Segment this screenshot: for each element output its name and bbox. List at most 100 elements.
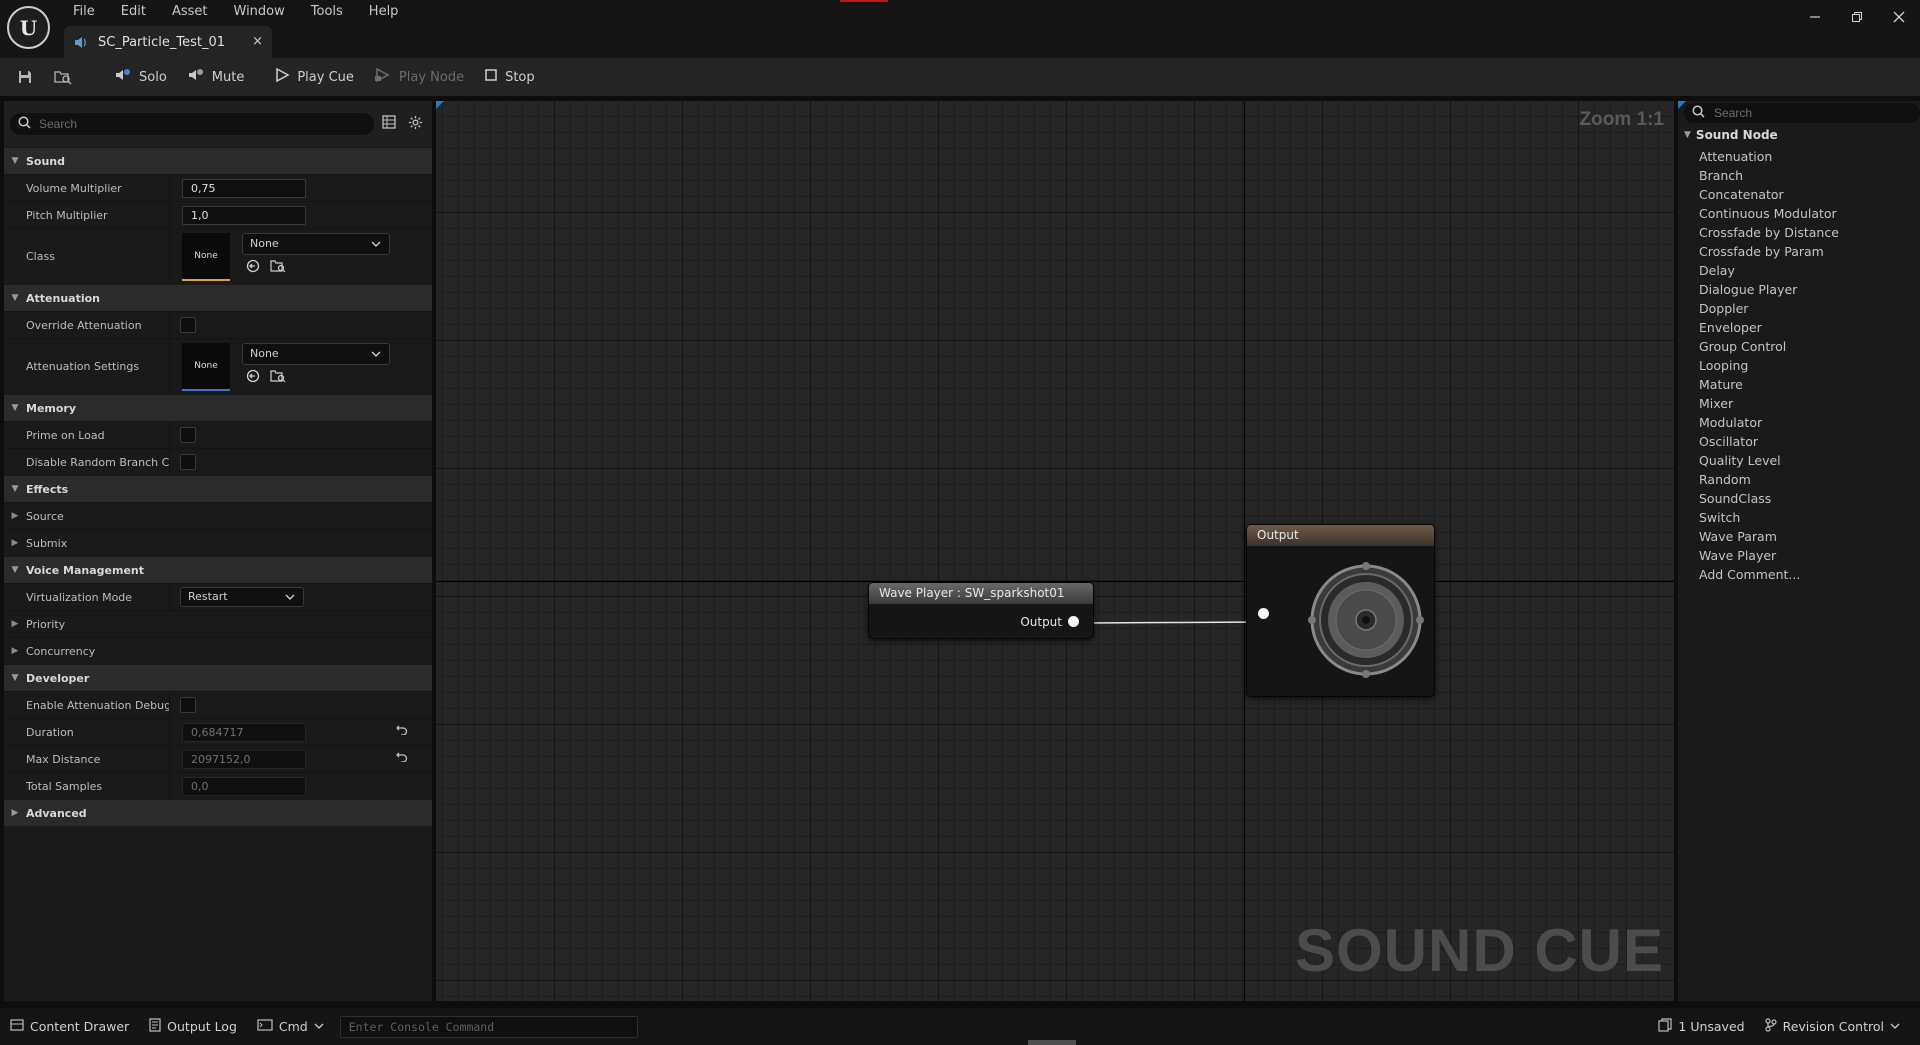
details-search-input[interactable] <box>39 117 359 131</box>
category-memory[interactable]: ▼ Memory <box>4 394 432 421</box>
play-node-button[interactable]: Play Node <box>364 62 474 92</box>
revision-control-button[interactable]: Revision Control <box>1755 1012 1910 1040</box>
chevron-down-icon <box>371 234 381 262</box>
category-attenuation[interactable]: ▼ Attenuation <box>4 284 432 311</box>
palette-item[interactable]: SoundClass <box>1699 489 1839 508</box>
palette-item[interactable]: Delay <box>1699 261 1839 280</box>
palette-item[interactable]: Oscillator <box>1699 432 1839 451</box>
output-pin[interactable] <box>1068 616 1079 627</box>
palette-item[interactable]: Looping <box>1699 356 1839 375</box>
category-advanced[interactable]: ▶ Advanced <box>4 799 432 826</box>
revision-control-icon <box>1764 1017 1777 1035</box>
stop-button[interactable]: Stop <box>474 62 545 92</box>
palette-search-input[interactable] <box>1714 106 1904 120</box>
output-log-icon <box>149 1018 161 1035</box>
mute-button[interactable]: Mute <box>177 62 255 92</box>
expanded-arrow-icon: ▼ <box>11 673 19 683</box>
subcategory-submix[interactable]: ▶ Submix <box>4 529 432 556</box>
cmd-dropdown[interactable]: Cmd <box>247 1013 334 1041</box>
category-sound[interactable]: ▼ Sound <box>4 147 432 174</box>
palette-item[interactable]: Crossfade by Param <box>1699 242 1839 261</box>
menu-edit[interactable]: Edit <box>108 2 159 22</box>
palette-item[interactable]: Enveloper <box>1699 318 1839 337</box>
palette-item[interactable]: Wave Param <box>1699 527 1839 546</box>
restore-icon[interactable] <box>1836 0 1878 34</box>
palette-item[interactable]: Mixer <box>1699 394 1839 413</box>
solo-button[interactable]: Solo <box>104 62 177 92</box>
property-virtualization-mode: Virtualization Mode Restart <box>4 583 432 610</box>
unreal-logo-icon[interactable]: U <box>7 6 50 49</box>
tab-close-icon[interactable]: × <box>252 34 263 49</box>
content-drawer-button[interactable]: Content Drawer <box>0 1013 139 1041</box>
prime-on-load-checkbox[interactable] <box>180 427 196 443</box>
palette-category-label: Sound Node <box>1695 128 1778 142</box>
disable-random-branch-checkbox[interactable] <box>180 454 196 470</box>
property-prime-on-load: Prime on Load <box>4 421 432 448</box>
class-picker[interactable]: None <box>242 233 390 255</box>
palette-search-box[interactable] <box>1684 103 1920 123</box>
subcategory-priority[interactable]: ▶ Priority <box>4 610 432 637</box>
override-attenuation-checkbox[interactable] <box>180 317 196 333</box>
menu-window[interactable]: Window <box>221 2 298 22</box>
palette-item[interactable]: Random <box>1699 470 1839 489</box>
resize-handle[interactable] <box>1028 1040 1076 1045</box>
palette-item[interactable]: Group Control <box>1699 337 1839 356</box>
subcategory-concurrency[interactable]: ▶ Concurrency <box>4 637 432 664</box>
attenuation-picker[interactable]: None <box>242 343 390 365</box>
subcategory-source[interactable]: ▶ Source <box>4 502 432 529</box>
palette-item[interactable]: Attenuation <box>1699 147 1839 166</box>
input-pin[interactable] <box>1258 608 1269 619</box>
menu-file[interactable]: File <box>60 2 108 22</box>
enable-attenuation-debug-checkbox[interactable] <box>180 697 196 713</box>
attenuation-thumbnail[interactable]: None <box>182 342 230 391</box>
category-developer[interactable]: ▼ Developer <box>4 664 432 691</box>
minimize-icon[interactable] <box>1794 0 1836 34</box>
details-search-box[interactable] <box>10 113 374 135</box>
browse-asset-icon[interactable] <box>50 64 76 90</box>
settings-gear-icon[interactable] <box>404 115 426 134</box>
close-window-icon[interactable] <box>1878 0 1920 34</box>
palette-item[interactable]: Crossfade by Distance <box>1699 223 1839 242</box>
palette-item[interactable]: Concatenator <box>1699 185 1839 204</box>
palette-item[interactable]: Wave Player <box>1699 546 1839 565</box>
chevron-down-icon <box>371 344 381 372</box>
sound-cue-graph[interactable]: Zoom 1:1 SOUND CUE Wave Player : SW_spar… <box>436 101 1674 1001</box>
menu-help[interactable]: Help <box>356 2 412 22</box>
wave-player-node[interactable]: Wave Player : SW_sparkshot01 Output <box>868 582 1094 639</box>
output-node[interactable]: Output <box>1246 524 1435 697</box>
palette-item[interactable]: Dialogue Player <box>1699 280 1839 299</box>
menu-tools[interactable]: Tools <box>298 2 356 22</box>
browse-icon[interactable] <box>270 259 286 277</box>
palette-item[interactable]: Add Comment... <box>1699 565 1839 584</box>
table-view-icon[interactable] <box>378 115 400 133</box>
play-cue-button[interactable]: Play Cue <box>264 62 364 92</box>
unsaved-button[interactable]: 1 Unsaved <box>1648 1012 1754 1040</box>
menu-asset[interactable]: Asset <box>159 2 221 22</box>
browse-icon[interactable] <box>270 369 286 387</box>
category-voice-management[interactable]: ▼ Voice Management <box>4 556 432 583</box>
console-command-box[interactable] <box>339 1015 638 1038</box>
category-effects[interactable]: ▼ Effects <box>4 475 432 502</box>
class-thumbnail[interactable]: None <box>182 232 230 281</box>
palette-category-sound-node[interactable]: ▼ Sound Node <box>1684 128 1778 142</box>
console-command-input[interactable] <box>348 1016 629 1037</box>
reset-to-default-icon[interactable] <box>396 723 408 739</box>
palette-item[interactable]: Continuous Modulator <box>1699 204 1839 223</box>
palette-item[interactable]: Quality Level <box>1699 451 1839 470</box>
palette-item[interactable]: Branch <box>1699 166 1839 185</box>
palette-item[interactable]: Modulator <box>1699 413 1839 432</box>
save-icon[interactable] <box>12 64 38 90</box>
reset-to-default-icon[interactable] <box>396 750 408 766</box>
use-selected-icon[interactable] <box>246 259 260 277</box>
pitch-multiplier-field[interactable]: 1,0 <box>182 205 306 225</box>
palette-item[interactable]: Mature <box>1699 375 1839 394</box>
palette-item[interactable]: Doppler <box>1699 299 1839 318</box>
expanded-arrow-icon: ▼ <box>11 484 19 494</box>
tab-sound-cue[interactable]: SC_Particle_Test_01 × <box>64 26 272 58</box>
volume-multiplier-field[interactable]: 0,75 <box>182 178 306 198</box>
palette-item[interactable]: Switch <box>1699 508 1839 527</box>
output-log-button[interactable]: Output Log <box>139 1013 247 1041</box>
virtualization-mode-dropdown[interactable]: Restart <box>180 587 304 607</box>
category-label: Effects <box>26 482 69 496</box>
use-selected-icon[interactable] <box>246 369 260 387</box>
